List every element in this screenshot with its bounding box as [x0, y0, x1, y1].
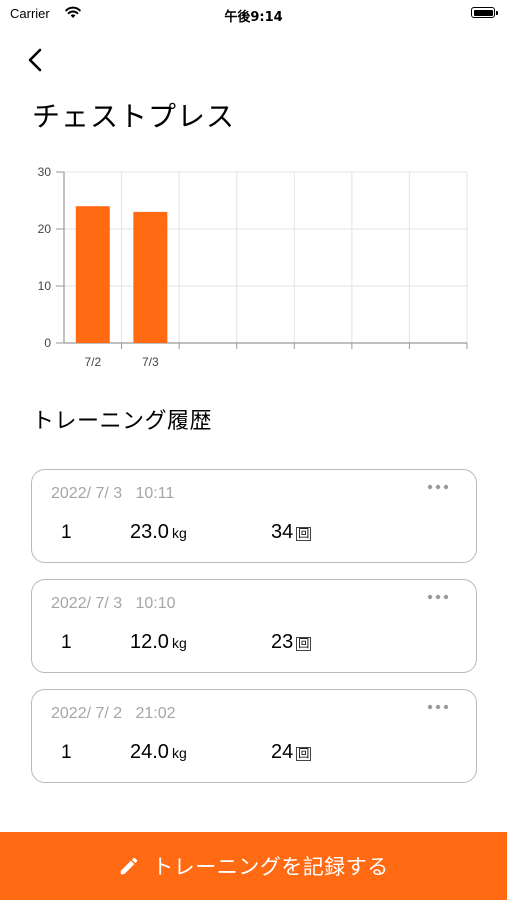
- entry-set-number: 1: [61, 632, 72, 653]
- entry-weight-value: 12.0: [130, 631, 169, 653]
- y-tick-label: 20: [38, 222, 52, 236]
- history-card[interactable]: 2022/ 7/ 2 21:02 1 24.0 kg 24 回: [31, 689, 477, 783]
- entry-weight-unit: kg: [171, 745, 187, 761]
- page-title: チェストプレス: [32, 100, 236, 133]
- y-tick-label: 0: [44, 336, 51, 350]
- record-training-button[interactable]: トレーニングを記録する: [0, 832, 507, 900]
- entry-datetime: 2022/ 7/ 2 21:02: [51, 705, 176, 722]
- bar-7-2: [75, 206, 110, 343]
- entry-datetime: 2022/ 7/ 3 10:10: [51, 595, 176, 612]
- entry-weight-value: 23.0: [130, 521, 169, 543]
- more-options-icon[interactable]: [426, 592, 450, 602]
- entry-weight-unit: kg: [171, 635, 187, 651]
- status-bar: Carrier 午後9:14: [0, 0, 507, 30]
- entry-weight: 23.0 kg: [130, 521, 187, 544]
- bar-7-3: [133, 211, 168, 343]
- history-card[interactable]: 2022/ 7/ 3 10:10 1 12.0 kg 23 回: [31, 579, 477, 673]
- x-tick-label: 7/2: [84, 355, 101, 369]
- pencil-icon: [121, 857, 138, 875]
- y-tick-label: 30: [38, 165, 52, 179]
- entry-reps-unit: 回: [296, 527, 312, 541]
- entry-set-number: 1: [61, 742, 72, 763]
- entry-reps: 34 回: [271, 521, 312, 544]
- history-card[interactable]: 2022/ 7/ 3 10:11 1 23.0 kg 34 回: [31, 469, 477, 563]
- entry-reps-value: 23: [271, 631, 294, 653]
- entry-weight: 24.0 kg: [130, 741, 187, 764]
- entry-reps-value: 24: [271, 741, 294, 763]
- more-options-icon[interactable]: [426, 482, 450, 492]
- entry-weight-unit: kg: [171, 525, 187, 541]
- record-training-label: トレーニングを記録する: [152, 855, 389, 879]
- weight-bar-chart: 0 10 20 30 7/2 7/3: [38, 165, 468, 369]
- entry-reps: 24 回: [271, 741, 312, 764]
- entry-weight-value: 24.0: [130, 741, 169, 763]
- entry-reps-unit: 回: [296, 637, 312, 651]
- entry-datetime: 2022/ 7/ 3 10:11: [51, 485, 175, 502]
- chevron-left-icon: [28, 48, 42, 72]
- y-tick-label: 10: [38, 279, 52, 293]
- entry-reps-value: 34: [271, 521, 294, 543]
- battery-icon: [471, 7, 498, 18]
- entry-reps: 23 回: [271, 631, 312, 654]
- back-button[interactable]: [22, 44, 52, 76]
- more-options-icon[interactable]: [426, 702, 450, 712]
- entry-set-number: 1: [61, 522, 72, 543]
- entry-reps-unit: 回: [296, 747, 312, 761]
- history-section-title: トレーニング履歴: [32, 409, 213, 434]
- x-tick-label: 7/3: [142, 355, 159, 369]
- status-time: 午後9:14: [224, 10, 283, 25]
- entry-weight: 12.0 kg: [130, 631, 187, 654]
